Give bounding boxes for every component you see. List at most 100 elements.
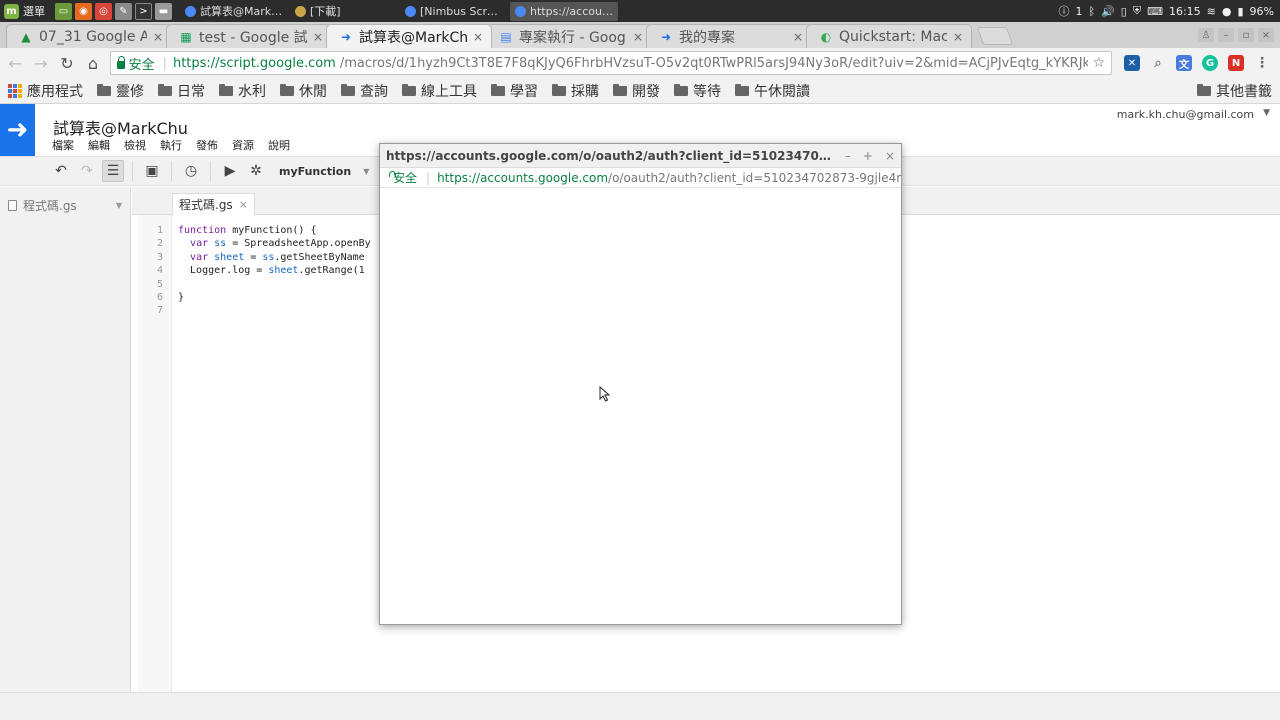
- code-tab[interactable]: 程式碼.gs ×: [172, 193, 255, 215]
- profile-icon[interactable]: ♙: [1198, 28, 1214, 42]
- bookmark-star-icon[interactable]: ☆: [1092, 55, 1105, 71]
- file-manager-icon[interactable]: ▬: [155, 2, 172, 20]
- function-select[interactable]: myFunction ▼: [271, 165, 377, 178]
- bookmark-folder[interactable]: 靈修: [97, 81, 144, 101]
- info-icon[interactable]: ⓘ: [1058, 3, 1069, 19]
- popup-content[interactable]: [380, 188, 901, 624]
- popup-close-icon[interactable]: ×: [885, 149, 895, 163]
- wifi-icon[interactable]: ≋: [1207, 5, 1216, 18]
- close-icon[interactable]: ×: [1258, 28, 1274, 42]
- user-email[interactable]: mark.kh.chu@gmail.com: [1117, 108, 1254, 121]
- project-title[interactable]: 試算表@MarkChu: [53, 115, 188, 139]
- bookmark-folder[interactable]: 休閒: [280, 81, 327, 101]
- back-arrow-icon[interactable]: ←: [6, 54, 24, 73]
- browser-tab[interactable]: ➜ 試算表@MarkChu ×: [326, 24, 492, 48]
- bookmark-apps[interactable]: 應用程式: [8, 81, 83, 101]
- bookmark-folder[interactable]: 開發: [613, 81, 660, 101]
- taskbar-window-item[interactable]: https://account...: [510, 1, 618, 21]
- bookmark-folder[interactable]: 日常: [158, 81, 205, 101]
- tab-close-icon[interactable]: ×: [633, 30, 643, 44]
- browser-tab[interactable]: ▲ 07_31 Google Apps ×: [6, 24, 172, 48]
- debug-bug-icon[interactable]: ✲: [245, 160, 267, 182]
- bookmark-folder-label: 線上工具: [421, 83, 477, 100]
- window-app-icon: [295, 5, 306, 17]
- browser-tab[interactable]: ◐ Quickstart: Macro ×: [806, 24, 972, 48]
- undo-icon[interactable]: ↶: [50, 160, 72, 182]
- tab-title: test - Google 試算表: [199, 29, 307, 46]
- popup-titlebar[interactable]: https://accounts.google.com/o/oauth2/aut…: [380, 144, 901, 168]
- translate-extension-icon[interactable]: 文: [1176, 55, 1192, 71]
- address-bar[interactable]: 安全 | https://script.google.com/macros/d/…: [110, 51, 1112, 75]
- menu-item[interactable]: 檔案: [52, 137, 74, 153]
- close-tab-icon[interactable]: ×: [239, 198, 248, 211]
- menu-item[interactable]: 檢視: [124, 137, 146, 153]
- new-tab-button[interactable]: [976, 27, 1014, 45]
- popup-maximize-icon[interactable]: +: [863, 149, 873, 163]
- taskbar-window-item[interactable]: [下載]: [290, 2, 398, 21]
- code-line[interactable]: }: [178, 291, 184, 304]
- bookmark-folder[interactable]: 等待: [674, 81, 721, 101]
- clock-time[interactable]: 16:15: [1169, 5, 1201, 18]
- start-menu-button[interactable]: m 選單: [0, 0, 51, 22]
- tab-close-icon[interactable]: ×: [153, 30, 163, 44]
- bookmark-folder[interactable]: 午休閱讀: [735, 81, 810, 101]
- user-icon[interactable]: ●: [1222, 5, 1232, 18]
- minimize-icon[interactable]: –: [1218, 28, 1234, 42]
- taskbar-window-item[interactable]: 試算表@MarkC...: [180, 2, 288, 21]
- bluetooth-icon[interactable]: ᛒ: [1088, 5, 1095, 18]
- bookmark-folder[interactable]: 查詢: [341, 81, 388, 101]
- indent-icon[interactable]: ☰: [102, 160, 124, 182]
- save-icon[interactable]: ▣: [141, 160, 163, 182]
- grammarly-extension-icon[interactable]: G: [1202, 55, 1218, 71]
- forward-arrow-icon[interactable]: →: [32, 54, 50, 73]
- menu-item[interactable]: 發佈: [196, 137, 218, 153]
- code-line[interactable]: function myFunction() {: [178, 224, 316, 237]
- menu-item[interactable]: 說明: [268, 137, 290, 153]
- popup-minimize-icon[interactable]: –: [845, 149, 851, 163]
- run-icon[interactable]: ▶: [219, 160, 241, 182]
- tab-close-icon[interactable]: ×: [313, 30, 323, 44]
- code-line[interactable]: var sheet = ss.getSheetByName: [178, 251, 365, 264]
- menu-item[interactable]: 執行: [160, 137, 182, 153]
- keyboard-icon[interactable]: ⌨: [1147, 5, 1163, 18]
- shield-icon[interactable]: ⛨: [1133, 4, 1141, 18]
- terminal-icon[interactable]: >: [135, 2, 152, 20]
- bookmark-folder[interactable]: 線上工具: [402, 81, 477, 101]
- menu-item[interactable]: 資源: [232, 137, 254, 153]
- chrome-menu-icon[interactable]: ⋮: [1254, 55, 1270, 71]
- tab-close-icon[interactable]: ×: [793, 30, 803, 44]
- bookmark-folder[interactable]: 採購: [552, 81, 599, 101]
- xmind-extension-icon[interactable]: ✕: [1124, 55, 1140, 71]
- home-icon[interactable]: ⌂: [84, 54, 102, 73]
- volume-icon[interactable]: 🔊: [1101, 5, 1115, 18]
- browser-tab[interactable]: ➜ 我的專案 ×: [646, 24, 812, 48]
- firefox-icon[interactable]: ◉: [75, 2, 92, 20]
- redo-icon[interactable]: ↷: [76, 160, 98, 182]
- text-editor-icon[interactable]: ✎: [115, 2, 132, 20]
- account-dropdown-icon[interactable]: ▼: [1263, 108, 1270, 118]
- n-extension-icon[interactable]: N: [1228, 55, 1244, 71]
- triggers-clock-icon[interactable]: ◷: [180, 160, 202, 182]
- toolbar-separator: [210, 161, 211, 181]
- battery-icon[interactable]: ▮: [1237, 5, 1243, 18]
- code-line[interactable]: Logger.log = sheet.getRange(1: [178, 264, 365, 277]
- show-desktop-icon[interactable]: ▭: [55, 2, 72, 20]
- tab-close-icon[interactable]: ×: [473, 30, 483, 44]
- bookmark-folder[interactable]: 水利: [219, 81, 266, 101]
- code-line[interactable]: var ss = SpreadsheetApp.openBy: [178, 237, 371, 250]
- bookmark-other[interactable]: 其他書籤: [1197, 81, 1272, 101]
- menu-item[interactable]: 編輯: [88, 137, 110, 153]
- reload-icon[interactable]: ↻: [58, 54, 76, 73]
- trash-icon[interactable]: ▯: [1121, 5, 1127, 18]
- file-menu-chevron-icon[interactable]: ▼: [116, 201, 122, 210]
- taskbar-window-item[interactable]: [Nimbus Scree...: [400, 2, 508, 21]
- bookmark-folder[interactable]: 學習: [491, 81, 538, 101]
- file-item[interactable]: 程式碼.gs ▼: [0, 187, 130, 224]
- chrome-icon[interactable]: ◎: [95, 2, 112, 20]
- maximize-icon[interactable]: ▫: [1238, 28, 1254, 42]
- search-extension-icon[interactable]: ⌕: [1150, 55, 1166, 71]
- browser-tab[interactable]: ▦ test - Google 試算表 ×: [166, 24, 332, 48]
- apps-script-logo-icon[interactable]: ➜: [0, 104, 35, 156]
- tab-close-icon[interactable]: ×: [953, 30, 963, 44]
- browser-tab[interactable]: ▤ 專案執行 - Google ×: [486, 24, 652, 48]
